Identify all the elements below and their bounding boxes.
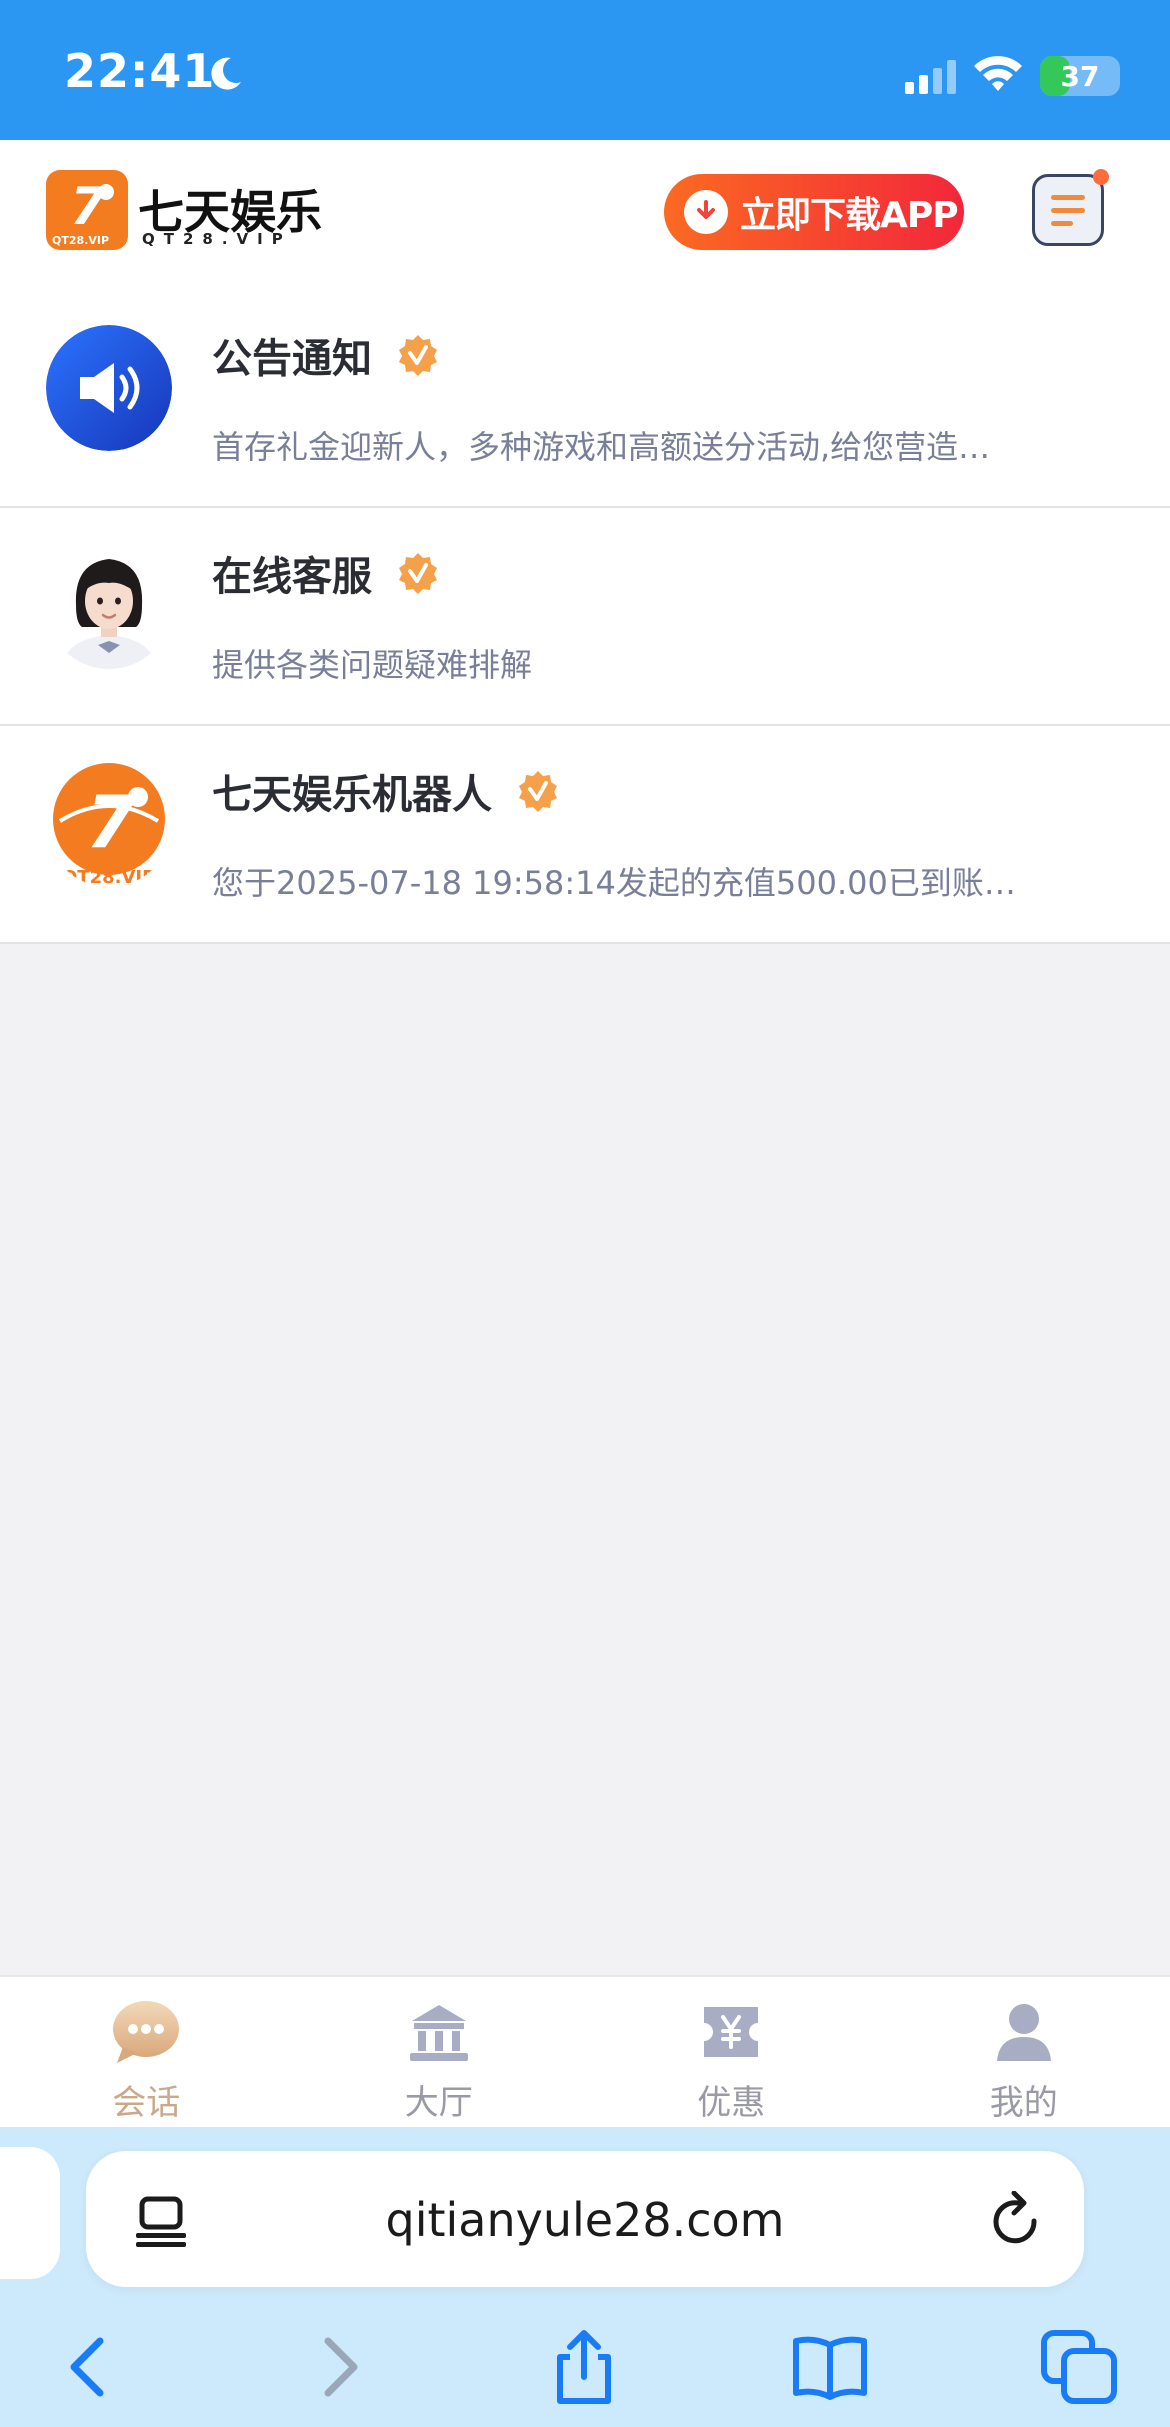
svg-text:7: 7 [86, 780, 136, 864]
conversation-preview: 首存礼金迎新人，多种游戏和高额送分活动,给您营造… [212, 428, 991, 466]
back-arrow-icon[interactable] [48, 2327, 128, 2407]
conversation-list: 公告通知 首存礼金迎新人，多种游戏和高额送分活动,给您营造… 在线客服 提供各类… [0, 290, 1170, 944]
tab-promotions[interactable]: 优惠 [585, 1977, 878, 2127]
conversation-name: 在线客服 [212, 544, 440, 602]
bookmarks-icon[interactable] [790, 2327, 870, 2407]
status-bar: 22:41 37 [0, 0, 1170, 140]
hall-icon [409, 2005, 468, 2061]
megaphone-icon [46, 325, 172, 451]
notification-dot [1093, 169, 1109, 185]
person-icon [996, 2004, 1051, 2061]
conversation-item-announcements[interactable]: 公告通知 首存礼金迎新人，多种游戏和高额送分活动,给您营造… [0, 290, 1170, 508]
tab-hall-label: 大厅 [404, 2083, 473, 2123]
conversation-name: 公告通知 [212, 326, 440, 384]
download-icon [684, 190, 728, 234]
previous-tab-card[interactable] [0, 2147, 60, 2279]
brand-logo-avatar: 7 QT28.VIP [46, 761, 172, 887]
menu-line [1051, 195, 1085, 200]
conversation-preview: 提供各类问题疑难排解 [212, 646, 533, 684]
avatar-domain-text: QT28.VIP [62, 867, 155, 887]
download-app-button[interactable]: 立即下载APP [664, 174, 964, 250]
tab-profile[interactable]: 我的 [878, 1977, 1170, 2127]
coupon-icon [704, 2007, 759, 2057]
brand-logo-icon: 7 QT28.VIP [46, 170, 128, 250]
wifi-icon [974, 56, 1022, 91]
menu-button[interactable] [1032, 169, 1109, 246]
tab-chat-label: 会话 [112, 2083, 181, 2123]
menu-line [1051, 221, 1073, 226]
cellular-signal-icon [905, 60, 956, 94]
battery-percent: 37 [1060, 60, 1100, 93]
tab-promotions-label: 优惠 [697, 2083, 766, 2123]
verified-badge-icon [399, 335, 437, 376]
browser-toolbar: qitianyule28.com [0, 2127, 1170, 2427]
url-text: qitianyule28.com [385, 2193, 785, 2247]
tab-chat[interactable]: 会话 [0, 1977, 293, 2127]
conversation-preview: 您于2025-07-18 19:58:14发起的充值500.00已到账… [212, 864, 1016, 902]
tabs-icon[interactable] [1040, 2327, 1120, 2407]
conversation-name-text: 公告通知 [212, 336, 372, 382]
app-header: 7 QT28.VIP 七天娱乐 QT28.VIP 立即下载APP [0, 140, 1170, 290]
menu-line [1051, 208, 1085, 213]
tab-profile-label: 我的 [989, 2083, 1058, 2123]
conversation-item-robot[interactable]: 7 QT28.VIP 七天娱乐机器人 您于2025-07-18 19:58:14… [0, 726, 1170, 944]
forward-arrow-icon[interactable] [300, 2327, 380, 2407]
conversation-name-text: 七天娱乐机器人 [212, 772, 492, 818]
logo-mark-text: QT28.VIP [52, 234, 109, 247]
download-app-label: 立即下载APP [740, 195, 959, 236]
reload-icon[interactable] [988, 2191, 1044, 2249]
verified-badge-icon [399, 553, 437, 594]
bottom-tab-bar: 会话 大厅 优惠 我的 [0, 1975, 1170, 2127]
brand-domain: QT28.VIP [142, 230, 292, 248]
support-agent-avatar [46, 543, 172, 669]
chat-bubble-icon [113, 2001, 180, 2063]
conversation-item-customer-service[interactable]: 在线客服 提供各类问题疑难排解 [0, 508, 1170, 726]
tab-hall[interactable]: 大厅 [293, 1977, 586, 2127]
share-icon[interactable] [544, 2327, 624, 2407]
clock: 22:41 [64, 44, 216, 98]
address-bar[interactable]: qitianyule28.com [86, 2151, 1084, 2287]
conversation-name-text: 在线客服 [212, 554, 372, 600]
conversation-name: 七天娱乐机器人 [212, 762, 560, 820]
moon-icon [211, 57, 241, 90]
battery-indicator: 37 [1040, 56, 1120, 96]
verified-badge-icon [519, 771, 557, 812]
